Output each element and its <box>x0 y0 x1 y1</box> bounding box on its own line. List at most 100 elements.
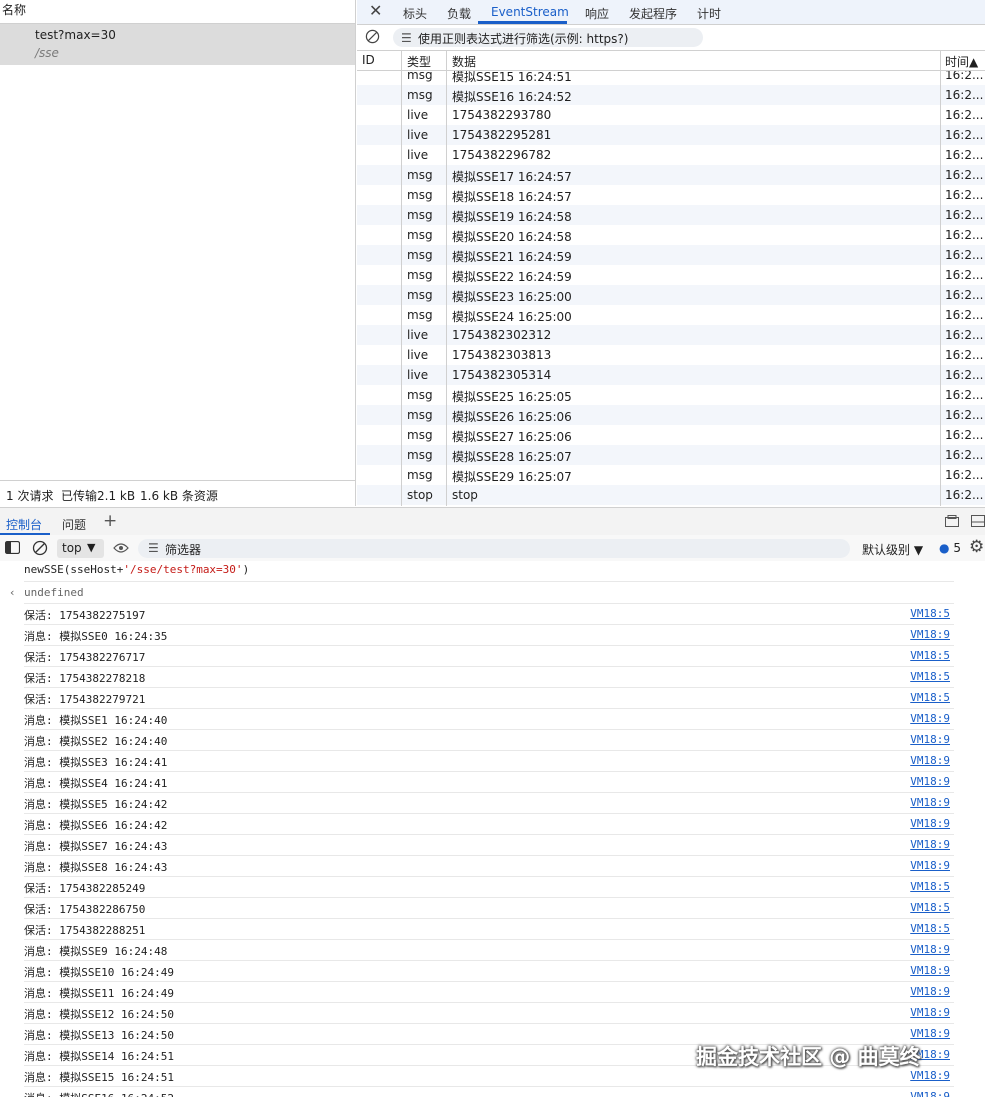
active-tab-indicator <box>478 21 567 24</box>
tab-payload[interactable]: 负载 <box>447 5 471 22</box>
command-string-arg: '/sse/test?max=30' <box>123 563 243 576</box>
log-source-link[interactable]: VM18:9 <box>910 943 950 956</box>
console-log-entry: 消息: 模拟SSE5 16:24:42 VM18:9 <box>24 792 954 814</box>
console-log-entry: 消息: 模拟SSE3 16:24:41 VM18:9 <box>24 750 954 772</box>
tab-timing[interactable]: 计时 <box>697 5 721 22</box>
event-row[interactable]: msg 模拟SSE22 16:24:59 16:2... <box>357 265 985 285</box>
event-data: 模拟SSE28 16:25:07 <box>452 450 572 464</box>
event-row[interactable]: live 1754382305314 16:2... <box>357 365 985 385</box>
event-row[interactable]: msg 模拟SSE19 16:24:58 16:2... <box>357 205 985 225</box>
watermark: 掘金技术社区 @ 曲莫终 <box>696 1045 921 1069</box>
tab-response[interactable]: 响应 <box>585 5 609 22</box>
log-source-link[interactable]: VM18:9 <box>910 628 950 641</box>
event-row[interactable]: msg 模拟SSE23 16:25:00 16:2... <box>357 285 985 305</box>
dock-icon[interactable] <box>971 515 985 527</box>
clear-block-icon[interactable] <box>365 29 380 44</box>
column-data-header[interactable]: 数据 <box>452 53 476 70</box>
column-divider[interactable] <box>446 51 447 506</box>
undock-icon[interactable] <box>945 515 959 527</box>
add-tab-icon[interactable]: + <box>103 511 117 531</box>
tab-console[interactable]: 控制台 <box>6 516 42 533</box>
column-divider[interactable] <box>940 51 941 506</box>
column-type-header[interactable]: 类型 <box>407 53 431 70</box>
log-message: 保活: 1754382286750 <box>24 903 146 916</box>
tab-headers[interactable]: 标头 <box>403 5 427 22</box>
event-row[interactable]: msg 模拟SSE25 16:25:05 16:2... <box>357 385 985 405</box>
console-filter-input[interactable]: ☰ 筛选器 <box>138 539 850 558</box>
log-source-link[interactable]: VM18:9 <box>910 712 950 725</box>
event-row[interactable]: msg 模拟SSE27 16:25:06 16:2... <box>357 425 985 445</box>
event-row[interactable]: live 1754382302312 16:2... <box>357 325 985 345</box>
event-row[interactable]: msg 模拟SSE21 16:24:59 16:2... <box>357 245 985 265</box>
log-source-link[interactable]: VM18:9 <box>910 838 950 851</box>
close-icon[interactable]: ✕ <box>369 1 382 20</box>
event-row[interactable]: msg 模拟SSE29 16:25:07 16:2... <box>357 465 985 485</box>
log-source-link[interactable]: VM18:9 <box>910 754 950 767</box>
column-time-header[interactable]: 时间▲ <box>945 53 978 70</box>
event-data: 模拟SSE25 16:25:05 <box>452 390 572 404</box>
log-source-link[interactable]: VM18:5 <box>910 607 950 620</box>
column-name-header[interactable]: 名称 <box>2 1 26 18</box>
log-source-link[interactable]: VM18:9 <box>910 1090 950 1097</box>
log-source-link[interactable]: VM18:9 <box>910 985 950 998</box>
log-source-link[interactable]: VM18:9 <box>910 859 950 872</box>
log-message: 消息: 模拟SSE3 16:24:41 <box>24 756 168 769</box>
event-row[interactable]: msg 模拟SSE28 16:25:07 16:2... <box>357 445 985 465</box>
column-id-header[interactable]: ID <box>362 53 375 67</box>
event-row[interactable]: msg 模拟SSE20 16:24:58 16:2... <box>357 225 985 245</box>
log-message: 消息: 模拟SSE4 16:24:41 <box>24 777 168 790</box>
issues-count: 5 <box>953 541 961 555</box>
event-time: 16:2... <box>945 368 983 382</box>
log-source-link[interactable]: VM18:9 <box>910 733 950 746</box>
log-source-link[interactable]: VM18:5 <box>910 922 950 935</box>
console-log-entry: 保活: 1754382286750 VM18:5 <box>24 897 954 919</box>
sidebar-toggle-icon[interactable] <box>5 541 20 554</box>
context-selector[interactable]: top ▼ <box>57 539 104 558</box>
log-source-link[interactable]: VM18:5 <box>910 649 950 662</box>
event-time: 16:2... <box>945 428 983 442</box>
event-type: msg <box>407 408 433 422</box>
log-message: 消息: 模拟SSE12 16:24:50 <box>24 1008 174 1021</box>
column-divider[interactable] <box>401 51 402 506</box>
tab-initiator[interactable]: 发起程序 <box>629 5 677 22</box>
event-data: 1754382293780 <box>452 108 552 122</box>
event-type: live <box>407 148 429 162</box>
request-row[interactable]: test?max=30 /sse <box>0 24 355 65</box>
log-level-select[interactable]: 默认级别 ▼ <box>862 541 923 558</box>
log-source-link[interactable]: VM18:9 <box>910 775 950 788</box>
drawer-tab-bar: 控制台 问题 + <box>0 507 985 536</box>
log-source-link[interactable]: VM18:9 <box>910 1006 950 1019</box>
event-type: live <box>407 328 429 342</box>
issues-badge[interactable]: ● 5 <box>939 541 961 555</box>
event-row[interactable]: msg 模拟SSE16 16:24:52 16:2... <box>357 85 985 105</box>
event-time: 16:2... <box>945 228 983 242</box>
event-row[interactable]: msg 模拟SSE17 16:24:57 16:2... <box>357 165 985 185</box>
console-log-entry: 消息: 模拟SSE1 16:24:40 VM18:9 <box>24 708 954 730</box>
event-row[interactable]: live 1754382296782 16:2... <box>357 145 985 165</box>
live-expression-eye-icon[interactable] <box>113 542 129 554</box>
transferred-size: 已传输2.1 kB <box>61 489 136 503</box>
log-source-link[interactable]: VM18:9 <box>910 964 950 977</box>
event-filter-input[interactable]: ☰ 使用正则表达式进行筛选(示例: https?) <box>393 28 703 47</box>
log-source-link[interactable]: VM18:9 <box>910 817 950 830</box>
clear-console-icon[interactable] <box>32 540 48 556</box>
log-source-link[interactable]: VM18:5 <box>910 670 950 683</box>
request-count: 1 次请求 <box>6 489 54 503</box>
event-row[interactable]: live 1754382295281 16:2... <box>357 125 985 145</box>
log-source-link[interactable]: VM18:9 <box>910 796 950 809</box>
log-source-link[interactable]: VM18:5 <box>910 880 950 893</box>
event-row[interactable]: stop stop 16:2... <box>357 485 985 505</box>
event-row[interactable]: msg 模拟SSE18 16:24:57 16:2... <box>357 185 985 205</box>
event-type: msg <box>407 208 433 222</box>
event-row[interactable]: msg 模拟SSE26 16:25:06 16:2... <box>357 405 985 425</box>
console-log-entry: 消息: 模拟SSE9 16:24:48 VM18:9 <box>24 939 954 961</box>
log-source-link[interactable]: VM18:9 <box>910 1027 950 1040</box>
log-source-link[interactable]: VM18:5 <box>910 901 950 914</box>
event-row[interactable]: msg 模拟SSE24 16:25:00 16:2... <box>357 305 985 325</box>
settings-gear-icon[interactable]: ⚙ <box>969 537 984 557</box>
log-source-link[interactable]: VM18:5 <box>910 691 950 704</box>
event-row[interactable]: live 1754382303813 16:2... <box>357 345 985 365</box>
tab-eventstream[interactable]: EventStream <box>491 5 569 19</box>
tab-issues[interactable]: 问题 <box>62 516 86 533</box>
event-row[interactable]: live 1754382293780 16:2... <box>357 105 985 125</box>
